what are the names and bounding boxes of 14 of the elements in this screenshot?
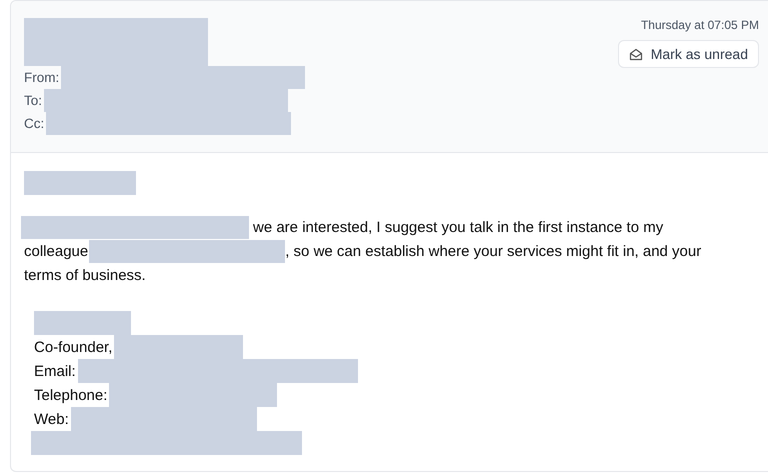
mark-unread-button[interactable]: Mark as unread	[618, 40, 759, 68]
envelope-icon	[628, 48, 643, 60]
signature-text: Co-founder,	[34, 338, 112, 356]
body-text: we are interested, I suggest you talk in the first instance to my	[253, 218, 664, 236]
signature-text: Web:	[34, 410, 69, 428]
body-text: , so we can establish where your services might fit in, and your	[285, 242, 702, 260]
body-text: terms of business.	[24, 266, 146, 284]
signature-text: Email:	[34, 362, 76, 380]
timestamp: Thursday at 07:05 PM	[640, 18, 759, 32]
body-text: colleague	[24, 242, 88, 260]
field-label: Cc:	[24, 116, 44, 131]
signature-text: Telephone:	[34, 386, 108, 404]
field-label: To:	[24, 93, 42, 108]
field-label: From:	[24, 70, 60, 85]
